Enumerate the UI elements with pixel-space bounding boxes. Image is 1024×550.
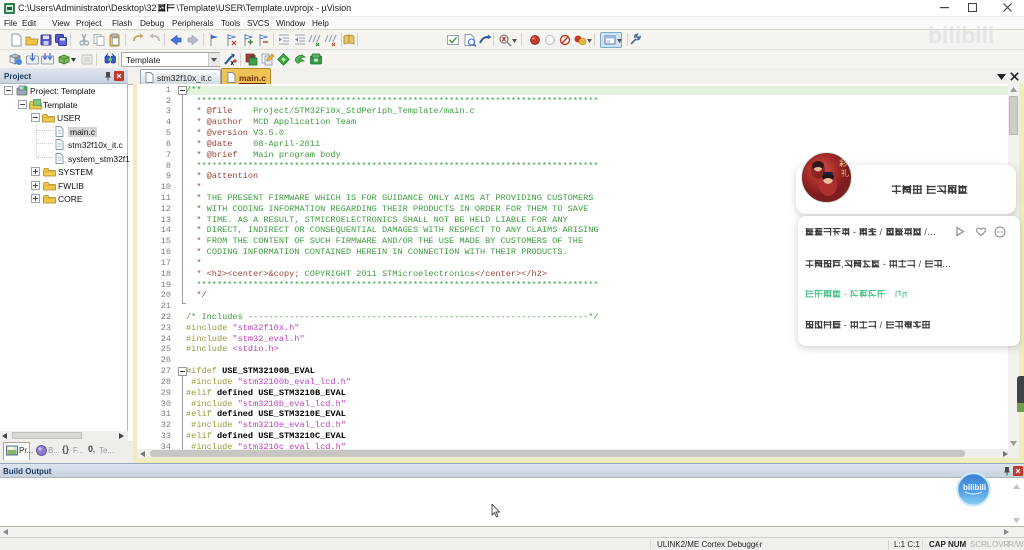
- svg-text:/: /: [880, 227, 883, 237]
- svg-text:-: -: [853, 227, 856, 237]
- svg-text:/: /: [880, 320, 883, 330]
- svg-text:.: .: [933, 227, 936, 237]
- svg-text:/: /: [919, 259, 922, 269]
- svg-text:bilibili: bilibili: [963, 483, 986, 492]
- svg-text:.: .: [948, 259, 951, 269]
- svg-text:-: -: [883, 259, 886, 269]
- svg-text:礼: 礼: [841, 168, 849, 178]
- svg-text:-: -: [844, 320, 847, 330]
- svg-text:彩: 彩: [839, 158, 847, 168]
- svg-text:-: -: [844, 289, 847, 299]
- svg-text:,: ,: [841, 259, 844, 269]
